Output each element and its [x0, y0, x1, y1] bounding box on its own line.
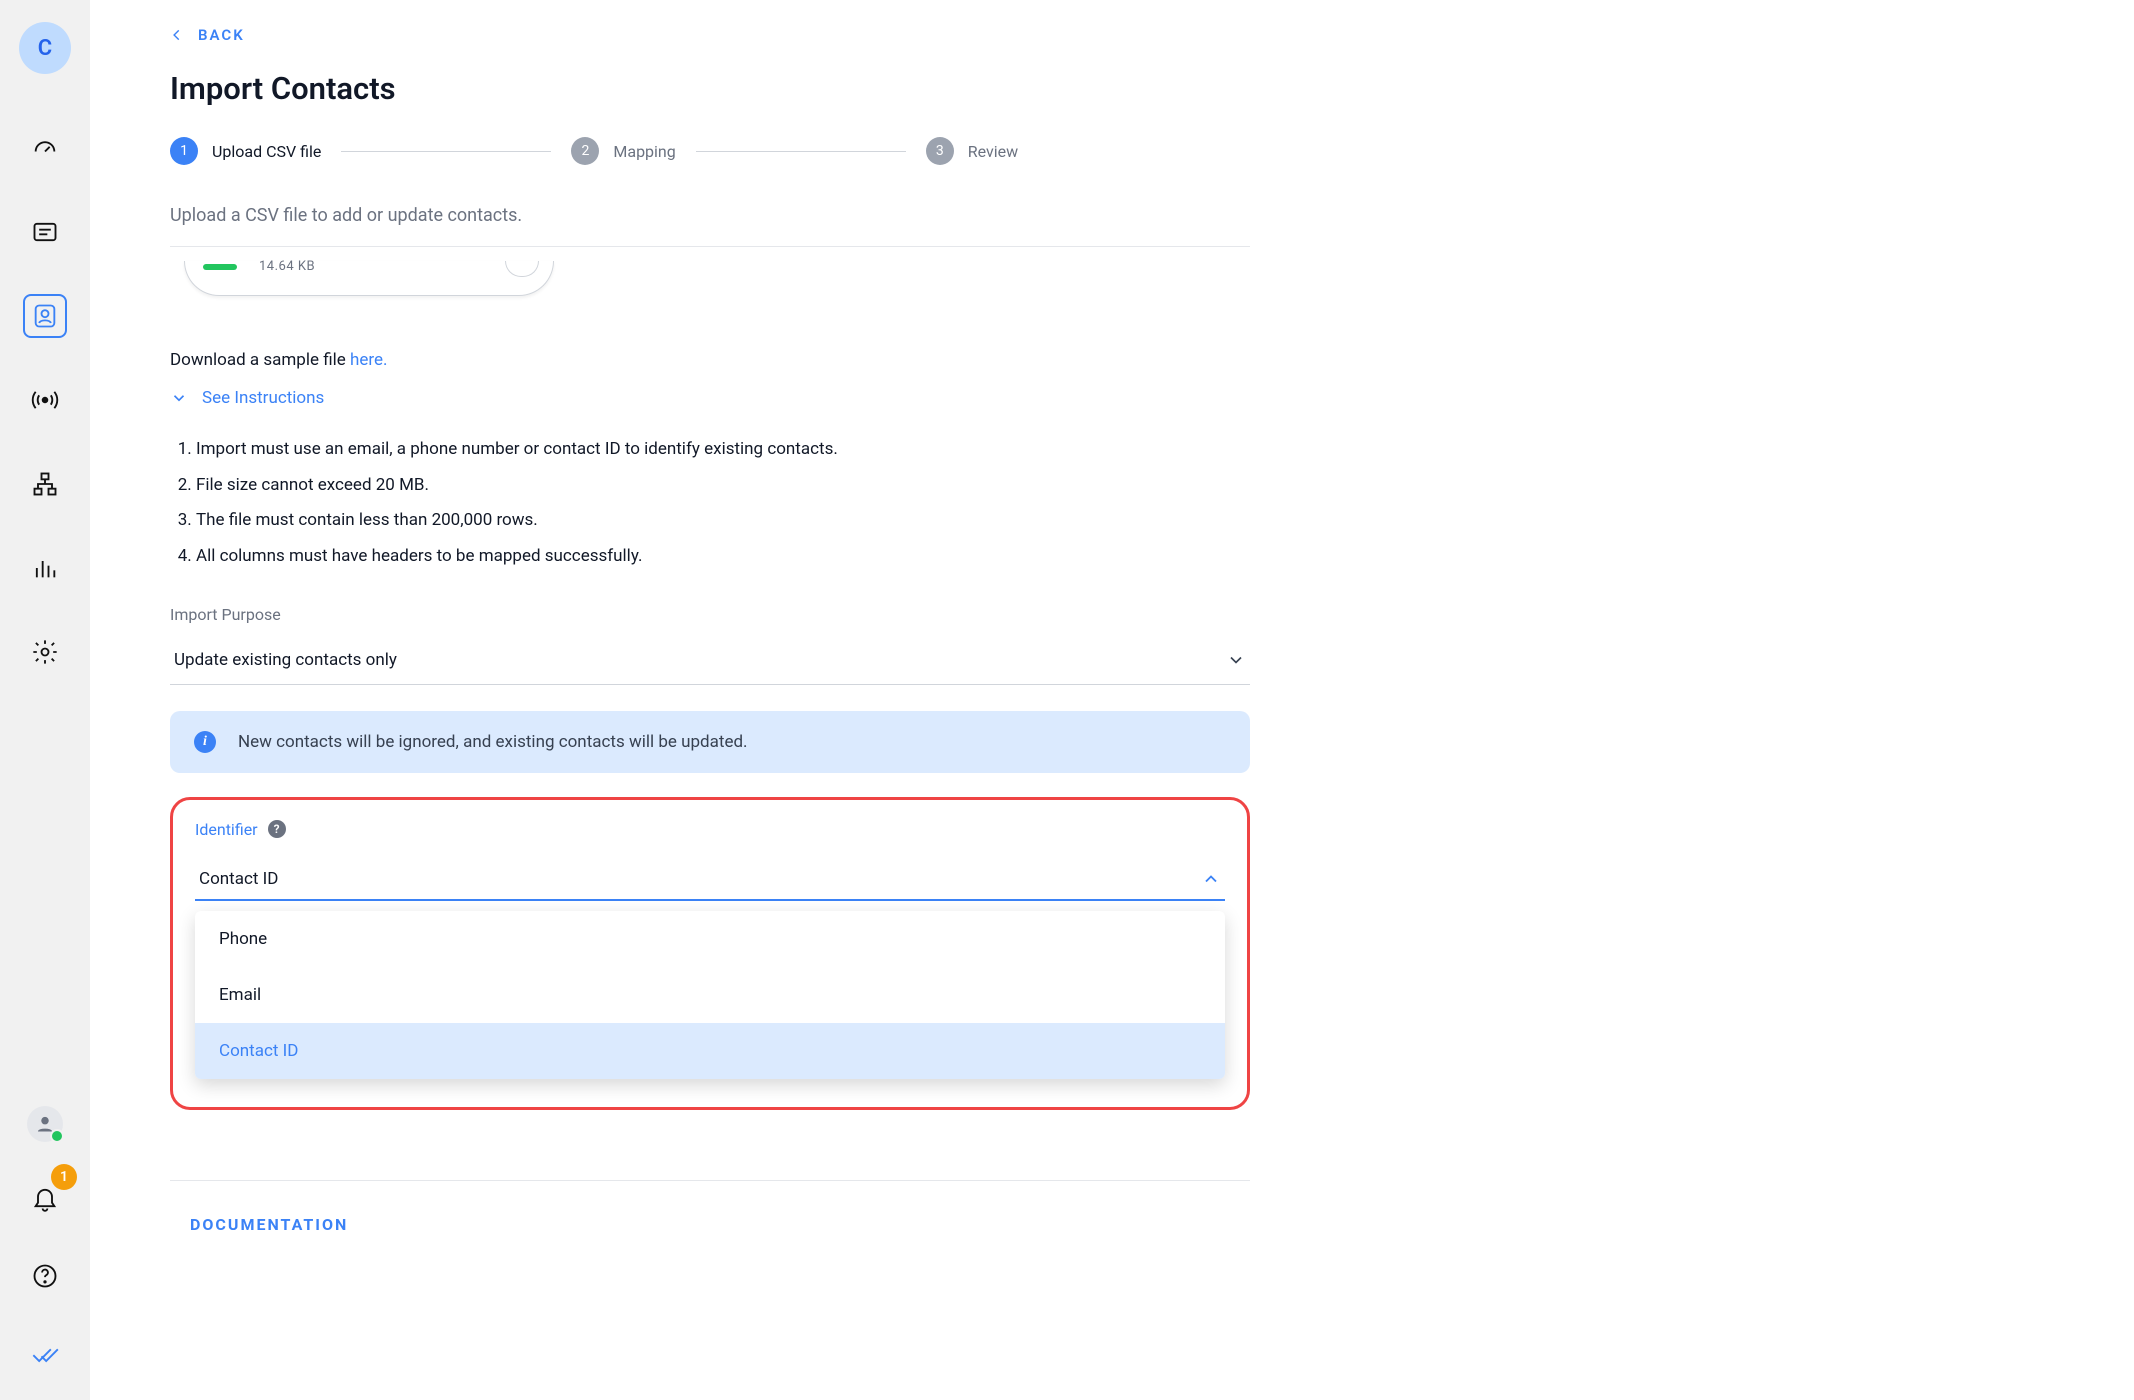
double-check-icon [31, 1340, 59, 1368]
online-indicator [50, 1129, 64, 1143]
nav-settings[interactable] [23, 630, 67, 674]
import-purpose-value: Update existing contacts only [174, 650, 397, 670]
instructions-list: Import must use an email, a phone number… [196, 432, 1250, 575]
file-size: 14.64 KB [259, 259, 315, 274]
info-banner: i New contacts will be ignored, and exis… [170, 711, 1250, 773]
remove-file-button[interactable] [505, 261, 539, 277]
nav-help[interactable] [23, 1254, 67, 1298]
sample-line: Download a sample file here. [170, 350, 1250, 370]
nav-workflows[interactable] [23, 462, 67, 506]
nav-broadcast[interactable] [23, 378, 67, 422]
step-2-num: 2 [571, 137, 599, 165]
page-title: Import Contacts [170, 70, 1250, 107]
back-link[interactable]: BACK [170, 26, 1250, 44]
user-presence[interactable] [27, 1106, 63, 1142]
bar-chart-icon [31, 554, 59, 582]
sitemap-icon [31, 470, 59, 498]
broadcast-icon [31, 386, 59, 414]
workspace-avatar[interactable]: C [19, 22, 71, 74]
import-purpose-label: Import Purpose [170, 605, 1250, 624]
instruction-item: Import must use an email, a phone number… [196, 432, 1250, 468]
sample-prefix: Download a sample file [170, 350, 350, 370]
nav-app-brand[interactable] [23, 1332, 67, 1376]
help-tooltip-icon[interactable]: ? [268, 820, 286, 838]
chevron-down-icon [170, 389, 188, 407]
step-1-num: 1 [170, 137, 198, 165]
instruction-item: The file must contain less than 200,000 … [196, 503, 1250, 539]
identifier-value: Contact ID [199, 869, 278, 889]
instruction-item: All columns must have headers to be mapp… [196, 539, 1250, 575]
subheading: Upload a CSV file to add or update conta… [170, 205, 1250, 226]
bell-icon [31, 1184, 59, 1212]
instruction-item: File size cannot exceed 20 MB. [196, 468, 1250, 504]
info-banner-text: New contacts will be ignored, and existi… [238, 732, 748, 752]
step-1-label: Upload CSV file [212, 142, 321, 161]
identifier-option-contact-id[interactable]: Contact ID [195, 1023, 1225, 1079]
identifier-label-row: Identifier ? [195, 820, 1225, 839]
identifier-option-email[interactable]: Email [195, 967, 1225, 1023]
nav-reports[interactable] [23, 546, 67, 590]
nav-contacts[interactable] [23, 294, 67, 338]
file-status-bar [203, 264, 237, 270]
identifier-section-highlight: Identifier ? Contact ID Phone Email Cont… [170, 797, 1250, 1110]
person-icon [31, 302, 59, 330]
sidebar-bottom: 1 [23, 1106, 67, 1400]
step-3[interactable]: 3 Review [926, 137, 1018, 165]
stepper: 1 Upload CSV file 2 Mapping 3 Review [170, 137, 1250, 165]
back-label: BACK [198, 26, 245, 44]
uploaded-file-chip[interactable]: 14.64 KB [184, 261, 554, 296]
chevron-up-icon [1201, 869, 1221, 889]
chevron-down-icon [1226, 650, 1246, 670]
main: BACK Import Contacts 1 Upload CSV file 2… [90, 0, 2134, 1294]
message-icon [31, 218, 59, 246]
nav-notifications[interactable]: 1 [23, 1176, 67, 1220]
step-3-label: Review [968, 142, 1018, 161]
gauge-icon [31, 134, 59, 162]
identifier-option-phone[interactable]: Phone [195, 911, 1225, 967]
step-1[interactable]: 1 Upload CSV file [170, 137, 321, 165]
nav-messages[interactable] [23, 210, 67, 254]
notification-badge: 1 [51, 1164, 77, 1190]
info-icon: i [194, 731, 216, 753]
import-purpose-select[interactable]: Update existing contacts only [170, 636, 1250, 685]
sample-download-link[interactable]: here. [350, 350, 387, 370]
identifier-select[interactable]: Contact ID [195, 859, 1225, 901]
sidebar: C 1 [0, 0, 90, 1400]
chevron-left-icon [170, 28, 184, 42]
help-icon [31, 1262, 59, 1290]
avatar-initial: C [38, 36, 52, 61]
see-instructions-toggle[interactable]: See Instructions [170, 388, 1250, 408]
step-3-num: 3 [926, 137, 954, 165]
step-line [696, 151, 906, 152]
step-2[interactable]: 2 Mapping [571, 137, 675, 165]
documentation-link[interactable]: DOCUMENTATION [170, 1180, 1250, 1234]
nav-icons [23, 126, 67, 674]
see-instructions-label: See Instructions [202, 388, 324, 408]
identifier-label: Identifier [195, 820, 258, 839]
nav-dashboard[interactable] [23, 126, 67, 170]
step-2-label: Mapping [613, 142, 675, 161]
identifier-dropdown: Phone Email Contact ID [195, 911, 1225, 1079]
divider [170, 246, 1250, 247]
step-line [341, 151, 551, 152]
gear-icon [31, 638, 59, 666]
